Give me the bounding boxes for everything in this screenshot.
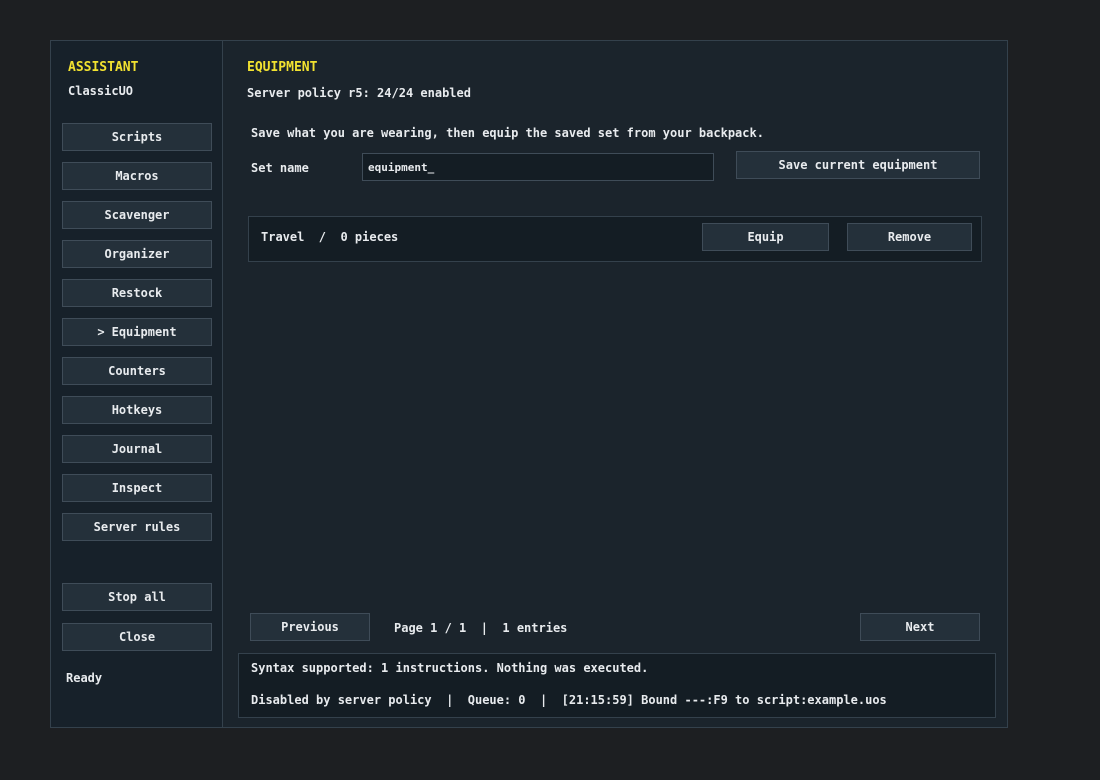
sidebar-item-scavenger[interactable]: Scavenger [62,201,212,229]
equipment-set-row: Travel / 0 pieces Equip Remove [248,216,982,262]
sidebar-item-server-rules[interactable]: Server rules [62,513,212,541]
chevron-right-icon: > [97,325,105,339]
sidebar: ASSISTANT ClassicUO Scripts Macros Scave… [51,41,223,727]
sidebar-item-journal[interactable]: Journal [62,435,212,463]
console-line-syntax: Syntax supported: 1 instructions. Nothin… [251,661,649,675]
sidebar-item-label: Scavenger [104,208,170,222]
sidebar-item-restock[interactable]: Restock [62,279,212,307]
set-name-label: Set name [251,161,309,175]
sidebar-client-name: ClassicUO [68,84,134,98]
save-current-equipment-button[interactable]: Save current equipment [736,151,980,179]
sidebar-item-label: Equipment [111,325,177,339]
sidebar-item-label: Restock [111,286,163,300]
set-name-input[interactable] [362,153,714,181]
sidebar-item-macros[interactable]: Macros [62,162,212,190]
equip-button[interactable]: Equip [702,223,829,251]
sidebar-item-inspect[interactable]: Inspect [62,474,212,502]
sidebar-item-label: Inspect [111,481,163,495]
sidebar-item-label: Scripts [111,130,163,144]
remove-button[interactable]: Remove [847,223,972,251]
sidebar-item-label: Journal [111,442,163,456]
sidebar-item-equipment[interactable]: > Equipment [62,318,212,346]
page-title: EQUIPMENT [247,60,318,75]
page-description: Save what you are wearing, then equip th… [251,126,764,140]
sidebar-brand: ASSISTANT [68,60,139,75]
sidebar-item-label: Hotkeys [111,403,163,417]
stop-all-button[interactable]: Stop all [62,583,212,611]
sidebar-item-label: Organizer [104,247,170,261]
sidebar-item-label: Server rules [93,520,181,534]
page-info: Page 1 / 1 | 1 entries [394,621,568,635]
sidebar-item-label: Counters [108,364,166,378]
assistant-window: ASSISTANT ClassicUO Scripts Macros Scave… [50,40,1008,728]
sidebar-item-scripts[interactable]: Scripts [62,123,212,151]
previous-page-button[interactable]: Previous [250,613,370,641]
sidebar-item-label: Macros [115,169,159,183]
close-button[interactable]: Close [62,623,212,651]
status-text: Ready [66,671,103,685]
sidebar-item-hotkeys[interactable]: Hotkeys [62,396,212,424]
sidebar-item-counters[interactable]: Counters [62,357,212,385]
console-panel: Syntax supported: 1 instructions. Nothin… [238,653,996,718]
equipment-set-label: Travel / 0 pieces [261,230,399,244]
server-policy-text: Server policy r5: 24/24 enabled [247,86,471,100]
next-page-button[interactable]: Next [860,613,980,641]
main-panel: EQUIPMENT Server policy r5: 24/24 enable… [223,41,1007,727]
sidebar-item-organizer[interactable]: Organizer [62,240,212,268]
console-line-status: Disabled by server policy | Queue: 0 | [… [251,693,887,707]
